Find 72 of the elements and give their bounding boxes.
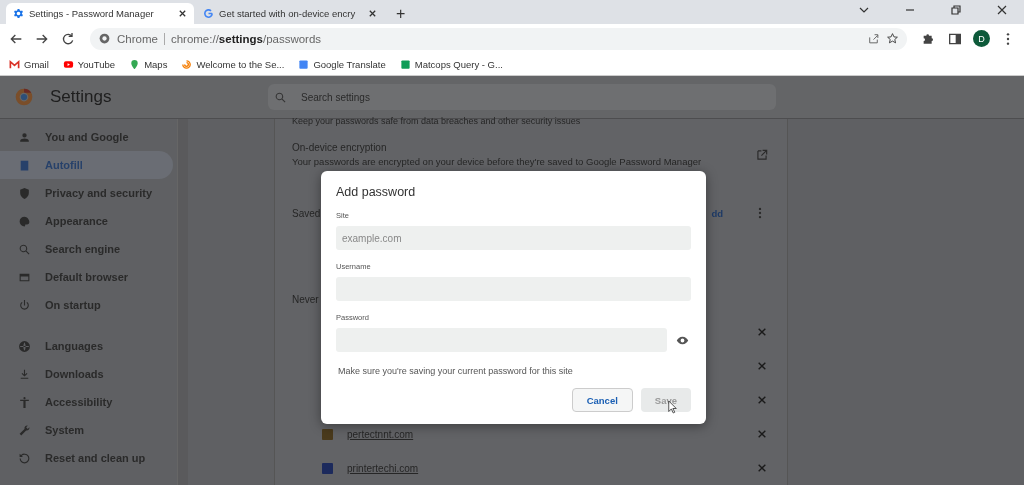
nav-item[interactable]: You and Google	[0, 123, 173, 151]
nav-item[interactable]: Privacy and security	[0, 179, 173, 207]
bookmark[interactable]: Welcome to the Se...	[181, 58, 285, 70]
bookmark[interactable]: Matcops Query - G...	[399, 58, 503, 70]
site-favicon-icon	[322, 428, 333, 440]
close-icon[interactable]	[996, 3, 1008, 16]
restore-icon[interactable]	[950, 3, 962, 16]
sheet-icon	[399, 58, 411, 70]
nav-item[interactable]: Appearance	[0, 207, 173, 235]
nav-item[interactable]: On startup	[0, 291, 173, 319]
accessibility-icon	[18, 395, 31, 409]
globe-icon	[18, 339, 31, 353]
power-icon	[18, 298, 31, 312]
tab-title: Get started with on-device encry	[219, 8, 357, 19]
bookmark[interactable]: Maps	[129, 58, 168, 70]
profile-avatar[interactable]: D	[973, 30, 990, 47]
nav-item[interactable]: Autofill	[0, 151, 173, 179]
bookmark[interactable]: Gmail	[9, 58, 49, 70]
reload-icon[interactable]	[60, 30, 76, 47]
section-title: On-device encryption	[292, 142, 388, 153]
remove-icon[interactable]	[757, 429, 767, 439]
swirl-icon	[181, 58, 193, 70]
nav-item[interactable]: Default browser	[0, 263, 173, 291]
nav-item[interactable]: Languages	[0, 332, 173, 360]
settings-title: Settings	[50, 87, 113, 107]
add-link[interactable]: dd	[711, 207, 723, 219]
remove-icon[interactable]	[757, 361, 767, 371]
dialog-title: Add password	[336, 185, 417, 199]
close-icon[interactable]	[368, 9, 377, 18]
remove-icon[interactable]	[757, 395, 767, 405]
browser-tab[interactable]: Settings - Password Manager	[6, 3, 194, 24]
reset-icon	[18, 451, 31, 465]
scrollbar[interactable]	[177, 119, 188, 485]
cancel-button[interactable]: Cancel	[571, 388, 633, 412]
wrench-icon	[18, 423, 31, 437]
share-icon[interactable]	[867, 32, 880, 45]
chrome-logo-icon	[14, 87, 34, 107]
remove-icon[interactable]	[757, 463, 767, 473]
nav-item[interactable]: System	[0, 416, 173, 444]
site-link[interactable]: pertectnnt.com	[347, 428, 414, 440]
remove-icon[interactable]	[757, 327, 767, 337]
tab-title: Settings - Password Manager	[29, 8, 155, 19]
input-field[interactable]: example.com	[336, 226, 691, 250]
nav-item[interactable]: Search engine	[0, 235, 173, 263]
close-icon[interactable]	[178, 9, 187, 18]
search-icon	[18, 242, 31, 256]
address-bar[interactable]: Chrome chrome://settings/passwords	[90, 27, 907, 50]
map-pin-icon	[129, 58, 141, 70]
search-icon	[274, 90, 287, 104]
section-title: Saved	[292, 207, 321, 219]
bookmark[interactable]: YouTube	[62, 58, 116, 70]
google-icon	[203, 8, 214, 19]
site-link[interactable]: printertechi.com	[347, 462, 419, 474]
nav-item[interactable]: Downloads	[0, 360, 173, 388]
new-tab-button[interactable]: +	[390, 4, 412, 24]
shield-icon	[18, 186, 31, 200]
person-icon	[18, 130, 31, 144]
chrome-icon	[98, 32, 111, 45]
browser-tab[interactable]: Get started with on-device encry	[196, 3, 384, 24]
star-icon[interactable]	[886, 32, 899, 45]
bookmark[interactable]: Google Translate	[298, 58, 386, 70]
nav-item[interactable]: Reset and clean up	[0, 444, 173, 472]
gear-icon	[13, 8, 24, 19]
external-link-icon[interactable]	[755, 147, 769, 162]
section-title: Never	[292, 294, 319, 305]
download-icon	[18, 367, 31, 381]
play-icon	[62, 58, 74, 70]
nav-item[interactable]: Accessibility	[0, 388, 173, 416]
search-input[interactable]: Search settings	[299, 90, 776, 104]
hint-text: Make sure you're saving your current password for this site	[337, 366, 574, 376]
site-favicon-icon	[322, 462, 333, 474]
search-field[interactable]: Search settings	[268, 84, 776, 110]
